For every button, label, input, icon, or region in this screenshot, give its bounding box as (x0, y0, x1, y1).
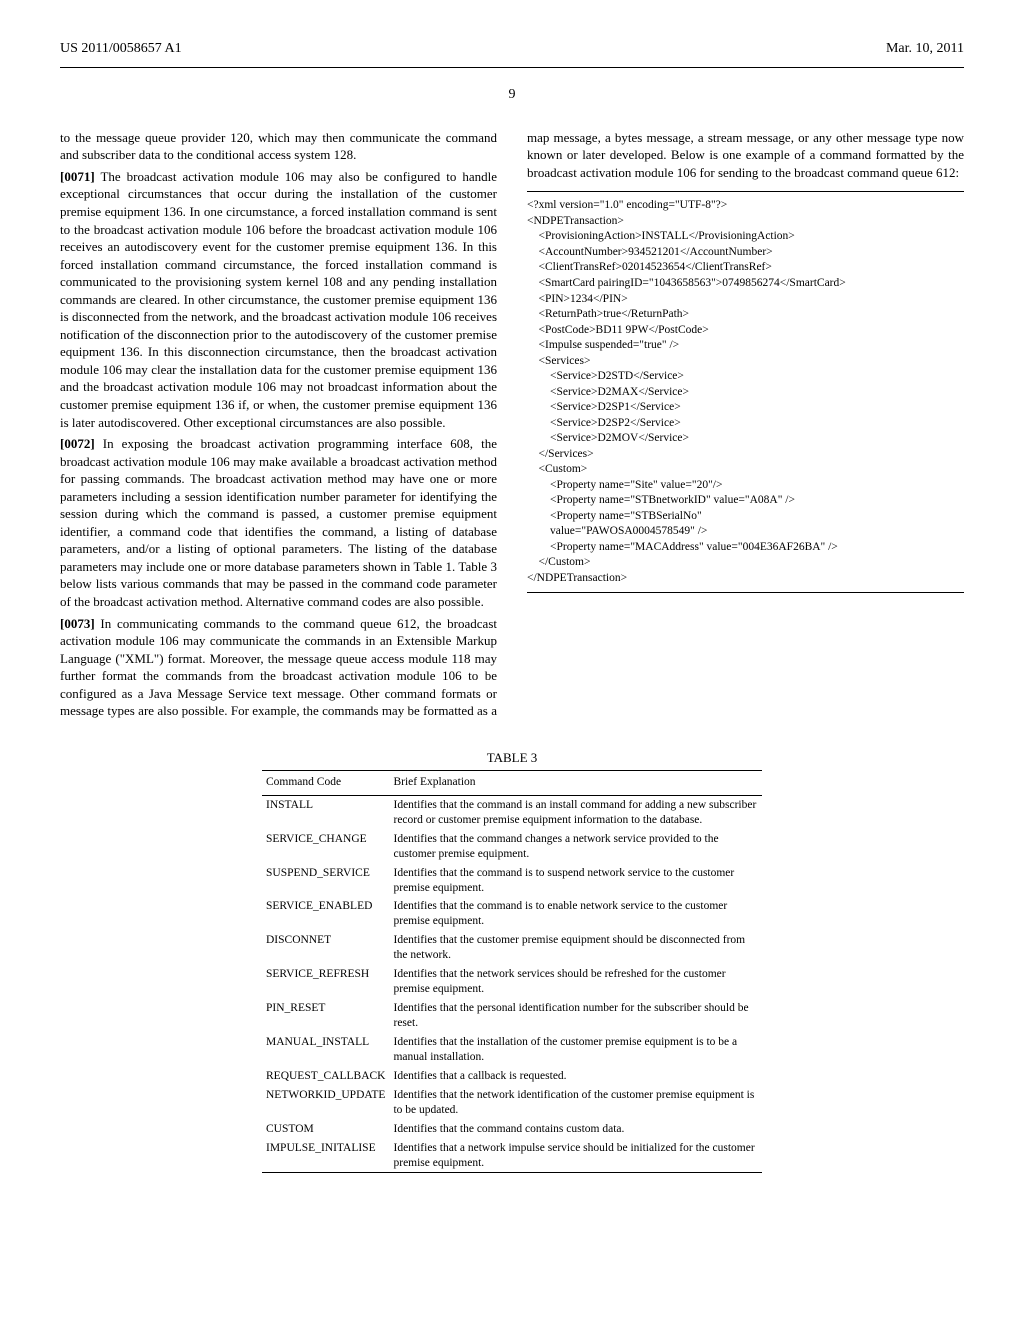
command-code-cell: SERVICE_REFRESH (262, 965, 389, 999)
command-code-cell: SERVICE_CHANGE (262, 830, 389, 864)
explanation-cell: Identifies that the customer premise equ… (389, 931, 762, 965)
table-row: CUSTOMIdentifies that the command contai… (262, 1120, 762, 1139)
table-row: PIN_RESETIdentifies that the personal id… (262, 999, 762, 1033)
paragraph-0072: [0072] In exposing the broadcast activat… (60, 435, 497, 610)
body-columns: to the message queue provider 120, which… (60, 129, 964, 729)
paragraph-number: [0071] (60, 169, 95, 184)
explanation-cell: Identifies that the network identificati… (389, 1086, 762, 1120)
explanation-cell: Identifies that the command is to suspen… (389, 864, 762, 898)
publication-date: Mar. 10, 2011 (886, 40, 964, 59)
explanation-cell: Identifies that the command contains cus… (389, 1120, 762, 1139)
table-row: IMPULSE_INITALISEIdentifies that a netwo… (262, 1139, 762, 1173)
publication-number: US 2011/0058657 A1 (60, 40, 182, 59)
command-code-cell: REQUEST_CALLBACK (262, 1067, 389, 1086)
paragraph-continuation: to the message queue provider 120, which… (60, 129, 497, 164)
paragraph-0071: [0071] The broadcast activation module 1… (60, 168, 497, 431)
explanation-cell: Identifies that the installation of the … (389, 1033, 762, 1067)
paragraph-text: The broadcast activation module 106 may … (60, 169, 497, 430)
command-code-table: Command Code Brief Explanation INSTALLId… (262, 770, 762, 1173)
explanation-cell: Identifies that the network services sho… (389, 965, 762, 999)
command-code-cell: INSTALL (262, 795, 389, 829)
table-row: SERVICE_CHANGEIdentifies that the comman… (262, 830, 762, 864)
xml-code-block: <?xml version="1.0" encoding="UTF-8"?> <… (527, 191, 964, 593)
table-row: INSTALLIdentifies that the command is an… (262, 795, 762, 829)
table-row: DISCONNETIdentifies that the customer pr… (262, 931, 762, 965)
command-code-cell: PIN_RESET (262, 999, 389, 1033)
table-row: MANUAL_INSTALLIdentifies that the instal… (262, 1033, 762, 1067)
explanation-cell: Identifies that the command is to enable… (389, 897, 762, 931)
page-header: US 2011/0058657 A1 Mar. 10, 2011 (60, 40, 964, 59)
table-row: SERVICE_ENABLEDIdentifies that the comma… (262, 897, 762, 931)
explanation-cell: Identifies that a network impulse servic… (389, 1139, 762, 1173)
page-number: 9 (60, 86, 964, 105)
paragraph-text: In exposing the broadcast activation pro… (60, 436, 497, 609)
explanation-cell: Identifies that a callback is requested. (389, 1067, 762, 1086)
table-title: TABLE 3 (262, 749, 762, 767)
command-code-cell: SERVICE_ENABLED (262, 897, 389, 931)
explanation-cell: Identifies that the command is an instal… (389, 795, 762, 829)
explanation-cell: Identifies that the command changes a ne… (389, 830, 762, 864)
command-code-cell: NETWORKID_UPDATE (262, 1086, 389, 1120)
command-code-cell: IMPULSE_INITALISE (262, 1139, 389, 1173)
table-row: SUSPEND_SERVICEIdentifies that the comma… (262, 864, 762, 898)
command-code-cell: DISCONNET (262, 931, 389, 965)
header-rule (60, 67, 964, 68)
paragraph-number: [0072] (60, 436, 95, 451)
command-code-cell: MANUAL_INSTALL (262, 1033, 389, 1067)
table-row: NETWORKID_UPDATEIdentifies that the netw… (262, 1086, 762, 1120)
command-code-cell: CUSTOM (262, 1120, 389, 1139)
table-header-explanation: Brief Explanation (389, 771, 762, 796)
table-row: REQUEST_CALLBACKIdentifies that a callba… (262, 1067, 762, 1086)
paragraph-number: [0073] (60, 616, 95, 631)
command-code-cell: SUSPEND_SERVICE (262, 864, 389, 898)
table-row: SERVICE_REFRESHIdentifies that the netwo… (262, 965, 762, 999)
table-header-code: Command Code (262, 771, 389, 796)
table-3: TABLE 3 Command Code Brief Explanation I… (262, 749, 762, 1174)
explanation-cell: Identifies that the personal identificat… (389, 999, 762, 1033)
